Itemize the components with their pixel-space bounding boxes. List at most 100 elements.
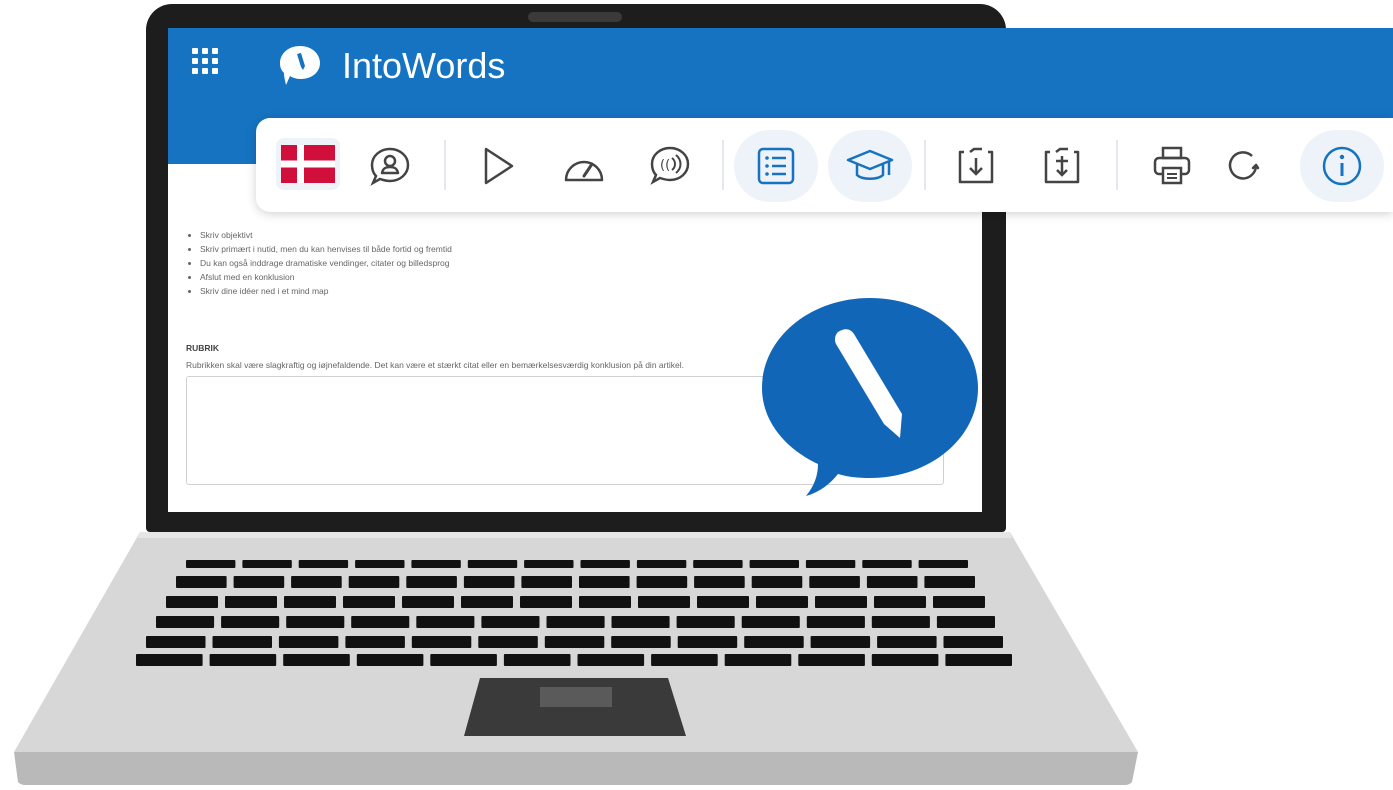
keyboard-key [611, 636, 671, 648]
flag-danish-icon [281, 145, 335, 183]
keyboard-key [286, 616, 345, 628]
keyboard-key [356, 654, 424, 666]
keyboard-key [756, 596, 808, 608]
keyboard-key [936, 616, 995, 628]
keyboard-key [676, 616, 735, 628]
play-button[interactable] [466, 142, 530, 190]
keyboard-key [918, 560, 968, 568]
keyboard-key [579, 576, 630, 588]
keyboard-key [693, 560, 743, 568]
keyboard-key [724, 654, 792, 666]
keyboard-key [146, 636, 206, 648]
keyboard-key [694, 576, 745, 588]
keyboard-key [166, 596, 218, 608]
keyboard-key [546, 616, 605, 628]
toolbar-separator [924, 140, 926, 190]
word-list-button[interactable] [734, 130, 818, 202]
download-icon [958, 147, 994, 184]
keyboard-key [212, 636, 272, 648]
info-icon [1322, 146, 1362, 186]
apps-grid-icon[interactable] [192, 48, 224, 80]
speed-gauge-icon [564, 160, 604, 182]
app-title: IntoWords [342, 45, 506, 86]
keyboard-key [520, 596, 572, 608]
keyboard-key [402, 596, 454, 608]
language-button[interactable] [276, 138, 340, 190]
keyboard-key [866, 576, 918, 588]
speed-button[interactable] [552, 142, 616, 190]
keyboard-key [815, 596, 867, 608]
keyboard-key [351, 616, 410, 628]
keyboard-key [751, 576, 803, 588]
upload-icon [1044, 147, 1080, 184]
keyboard-key [233, 576, 285, 588]
refresh-icon [1228, 151, 1260, 180]
keyboard-key [871, 616, 930, 628]
keyboard-key [544, 636, 605, 648]
keyboard-key [221, 616, 280, 628]
webcam [528, 12, 622, 22]
keyboard-key [651, 654, 718, 666]
keyboard-key [805, 560, 856, 568]
keyboard-key [283, 654, 350, 666]
keyboard-key [638, 596, 690, 608]
laptop-base [0, 530, 1160, 785]
keyboard-key [467, 560, 518, 568]
keyboard-key [345, 636, 405, 648]
graduation-cap-icon [846, 149, 894, 180]
save-button[interactable] [1030, 142, 1094, 190]
keyboard-key [291, 576, 342, 588]
list-icon [757, 147, 795, 185]
keyboard-key [749, 560, 799, 568]
toolbar-separator [722, 140, 724, 190]
keyboard-key [186, 560, 236, 568]
keyboard-key [416, 616, 475, 628]
keyboard-key [348, 576, 400, 588]
keyboard-key [298, 560, 349, 568]
keyboard-key [406, 576, 457, 588]
keyboard-key [242, 560, 292, 568]
keyboard-key [136, 654, 203, 666]
writing-tips-list: Skriv objektivt Skriv primært i nutid, m… [186, 228, 946, 298]
document-content: Skriv objektivt Skriv primært i nutid, m… [186, 228, 946, 298]
keyboard-key [874, 596, 926, 608]
keyboard-key [636, 560, 687, 568]
keyboard-key [343, 596, 395, 608]
keyboard-key [798, 654, 865, 666]
keyboard-key [806, 616, 865, 628]
keyboard-key [741, 616, 800, 628]
read-profile-icon [370, 147, 410, 186]
keyboard-key [478, 636, 538, 648]
keyboard-key [871, 654, 939, 666]
keyboard-key [924, 576, 975, 588]
info-button[interactable] [1300, 130, 1384, 202]
keyboard-key [933, 596, 985, 608]
keyboard-key [943, 636, 1003, 648]
voice-button[interactable]: (( [638, 142, 702, 190]
keyboard-key [355, 560, 405, 568]
play-icon [484, 147, 514, 185]
keyboard-key [156, 616, 215, 628]
keyboard-key [463, 576, 515, 588]
keyboard-key [611, 616, 670, 628]
keyboard-key [521, 576, 572, 588]
intowords-bubble-icon [758, 296, 980, 498]
learning-button[interactable] [828, 130, 912, 202]
import-button[interactable] [944, 142, 1008, 190]
keyboard-key [677, 636, 738, 648]
rubrik-description: Rubrikken skal være slagkraftig og iøjne… [186, 360, 684, 370]
refresh-button[interactable] [1212, 142, 1276, 190]
read-profile-button[interactable] [358, 142, 422, 190]
svg-text:((: (( [660, 158, 670, 173]
intowords-logo-icon [278, 44, 322, 86]
print-button[interactable] [1140, 142, 1204, 190]
keyboard-key [577, 654, 645, 666]
list-item: Du kan også inddrage dramatiske vendinge… [200, 256, 946, 270]
keyboard [14, 532, 1138, 785]
keyboard-key [580, 560, 630, 568]
keyboard-key [411, 560, 461, 568]
keyboard-key [636, 576, 688, 588]
reading-toolbar: (( [256, 118, 1393, 212]
toolbar-separator [1116, 140, 1118, 190]
rubrik-heading: RUBRIK [186, 343, 220, 353]
